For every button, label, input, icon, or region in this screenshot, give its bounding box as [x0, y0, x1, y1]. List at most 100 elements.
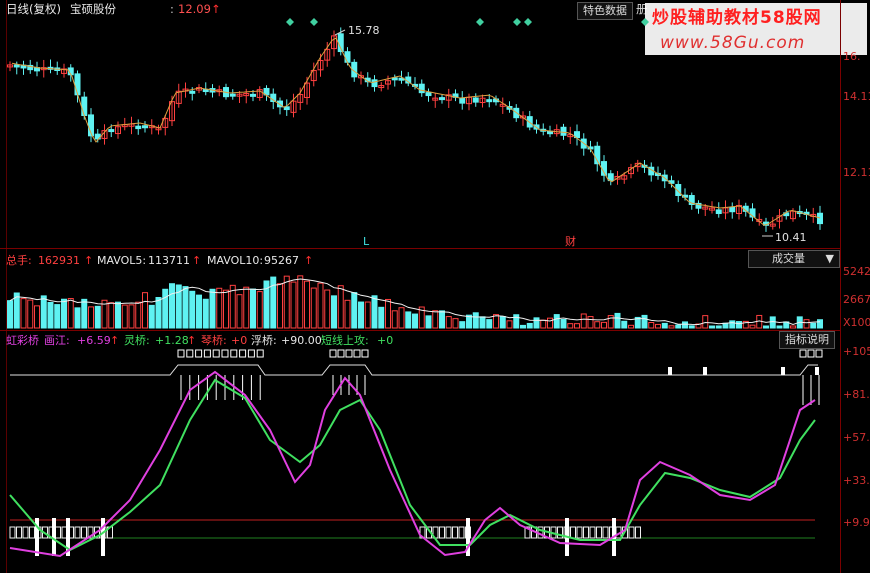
candle-body — [486, 99, 493, 103]
mavol10-label: MAVOL10: — [207, 254, 264, 267]
volume-bar — [391, 310, 398, 329]
candle-body — [74, 73, 81, 96]
stock-chart-window: 日线(复权) 宝硕股份 : 12.09 ↑ 特色数据 册 炒股辅助教材58股网 … — [0, 0, 870, 573]
volume-bar — [445, 316, 452, 329]
volume-bar — [351, 292, 358, 329]
volume-bar — [74, 307, 81, 329]
volume-bar — [702, 315, 709, 329]
indicator-axis-tick: +33.7 — [843, 474, 870, 487]
volume-bar — [67, 298, 74, 329]
indicator-c-value: +0 — [231, 334, 248, 347]
volume-bar — [425, 315, 432, 329]
bridge-marker — [668, 367, 672, 375]
volume-bar — [580, 313, 587, 329]
volume-bar — [283, 275, 290, 329]
volume-bar — [385, 298, 391, 329]
price-axis-tick: 16. — [843, 50, 861, 63]
volume-bar — [506, 320, 513, 329]
volume-bar — [250, 288, 256, 329]
volume-bar — [61, 298, 67, 329]
volume-bar — [810, 322, 817, 329]
volume-bar — [526, 322, 533, 329]
volume-bar — [223, 289, 229, 329]
volume-bar — [729, 320, 736, 329]
bridge-marker — [703, 367, 707, 375]
volume-bar — [229, 284, 236, 329]
volume-total: 162931 — [38, 254, 80, 267]
base-box — [16, 526, 22, 539]
volume-bar — [344, 299, 351, 329]
candle-body — [142, 125, 148, 129]
bridge-box — [256, 349, 264, 358]
volume-bar — [472, 312, 479, 329]
volume-bar — [790, 325, 796, 329]
bridge-marker — [781, 367, 785, 375]
volume-bar — [155, 296, 162, 329]
chart-canvas[interactable] — [0, 0, 870, 573]
candle-body — [189, 90, 196, 94]
volume-bar — [405, 311, 412, 329]
volume-axis-tick: 2667 — [843, 293, 870, 306]
indicator-line-magenta — [9, 370, 816, 558]
base-box — [22, 526, 29, 539]
base-box — [445, 526, 452, 539]
volume-bar — [628, 324, 634, 329]
volume-bar — [655, 323, 661, 329]
candle-body — [472, 97, 479, 103]
volume-bar — [47, 301, 54, 329]
candle-body — [418, 83, 425, 94]
volume-axis-tick: 5242 — [843, 265, 870, 278]
candle-body — [729, 206, 736, 213]
volume-bar — [7, 300, 13, 329]
volume-bar — [364, 301, 371, 329]
volume-bar — [27, 299, 34, 329]
candle-body — [817, 212, 823, 225]
bridge-box — [230, 349, 238, 358]
candle-body — [371, 79, 378, 88]
volume-bar — [196, 294, 202, 329]
base-box — [74, 526, 81, 539]
indicator-help-button[interactable]: 指标说明 — [779, 331, 835, 349]
volume-bar — [337, 285, 344, 329]
volume-bar — [803, 319, 810, 329]
base-box — [55, 526, 61, 539]
signal-diamond — [524, 18, 532, 26]
bridge-box — [177, 349, 185, 358]
volume-bar — [749, 324, 756, 329]
indicator-a-value: +6.59 — [77, 334, 111, 347]
volume-bar — [513, 314, 520, 329]
bridge-box — [195, 349, 203, 358]
bridge-box — [815, 349, 823, 358]
candle-body — [425, 92, 432, 97]
volume-bar — [121, 304, 128, 329]
indicator-line-green — [9, 378, 816, 552]
base-box — [439, 526, 445, 539]
volume-bar — [715, 325, 722, 329]
bridge-box — [807, 349, 815, 358]
base-box — [589, 526, 596, 539]
base-box — [628, 526, 635, 539]
bridge-box — [799, 349, 807, 358]
marker-l: L — [363, 235, 370, 248]
base-pillar — [52, 518, 56, 556]
bridge-box — [361, 349, 369, 358]
indicator-e-label: 短线上攻: — [321, 334, 369, 347]
volume-bar — [587, 316, 594, 329]
volume-bar — [358, 301, 364, 329]
candle-body — [344, 51, 351, 63]
volume-bar — [675, 324, 682, 329]
base-box — [570, 526, 576, 539]
volume-bar — [709, 325, 715, 329]
volume-bar — [607, 315, 614, 329]
base-box — [81, 526, 87, 539]
bridge-box — [203, 349, 211, 358]
base-pillar — [101, 518, 105, 556]
base-box — [596, 526, 602, 539]
volume-indicator-select[interactable]: 成交量 ▼ — [748, 250, 840, 268]
volume-bar — [452, 318, 459, 329]
volume-bar — [540, 319, 547, 329]
candle-body — [459, 97, 466, 104]
signal-diamond — [476, 18, 484, 26]
volume-bar — [567, 323, 574, 329]
base-box — [583, 526, 589, 539]
